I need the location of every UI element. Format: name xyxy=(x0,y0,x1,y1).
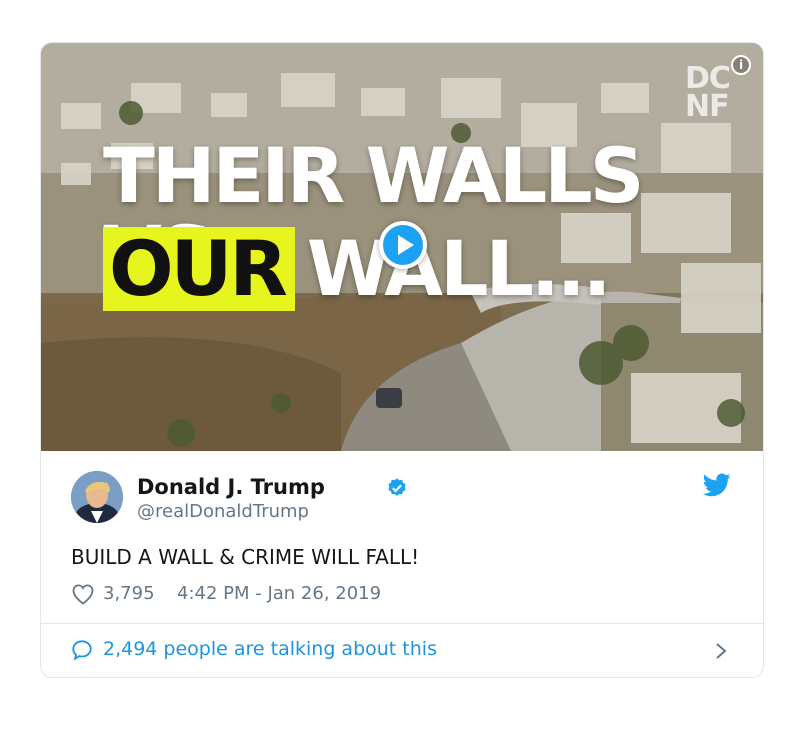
conversation-count[interactable]: 2,494 people are talking about this xyxy=(103,638,437,660)
chevron-right-icon[interactable] xyxy=(713,641,729,661)
tweet-text: BUILD A WALL & CRIME WILL FALL! xyxy=(71,545,420,569)
headline-line-2: OUR WALL... xyxy=(103,224,612,313)
speech-bubble-icon xyxy=(72,640,92,661)
info-icon[interactable]: i xyxy=(731,55,751,75)
author-handle[interactable]: @realDonaldTrump xyxy=(137,501,309,522)
tweet-header: Donald J. Trump @realDonaldTrump xyxy=(71,471,741,531)
timestamp-link[interactable]: 4:42 PM - Jan 26, 2019 xyxy=(177,583,381,604)
divider xyxy=(41,623,763,624)
verified-badge-icon xyxy=(388,478,406,496)
heart-icon[interactable] xyxy=(71,583,95,605)
twitter-bird-icon[interactable] xyxy=(703,473,731,497)
headline-highlight: OUR xyxy=(103,227,295,311)
like-count[interactable]: 3,795 xyxy=(103,583,155,604)
headline-wall: WALL... xyxy=(306,224,612,313)
author-name[interactable]: Donald J. Trump xyxy=(137,475,325,499)
video-thumbnail[interactable]: DC NF i THEIR WALLS VS OURWALL... xyxy=(41,43,763,451)
conversation-link[interactable]: 2,494 people are talking about this xyxy=(71,637,733,665)
play-button-icon[interactable] xyxy=(379,221,427,269)
avatar[interactable] xyxy=(71,471,123,523)
tweet-card[interactable]: DC NF i THEIR WALLS VS OURWALL... Donald… xyxy=(40,42,764,678)
